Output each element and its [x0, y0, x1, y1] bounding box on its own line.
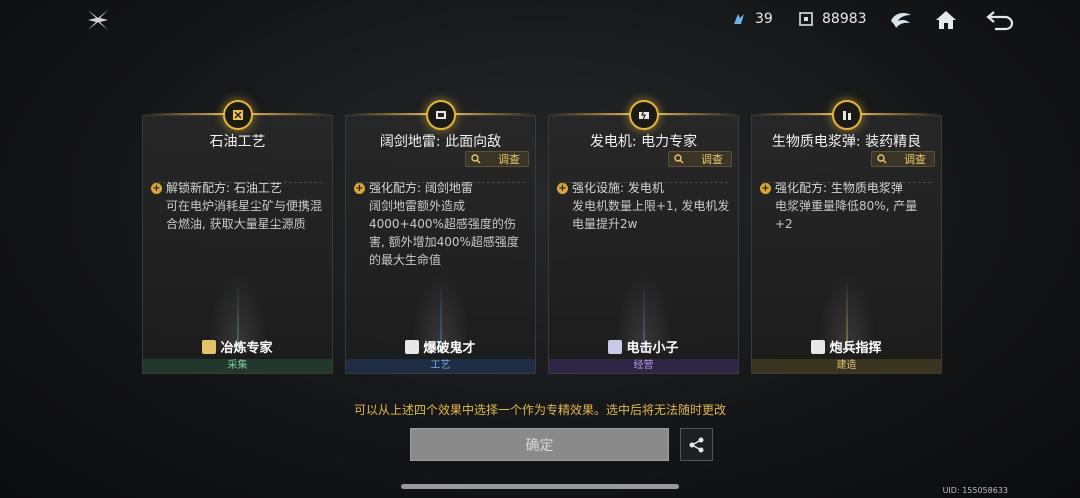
card-desc-body: 可在电炉消耗星尘矿与便携混合燃油, 获取大量星尘源质 — [166, 199, 323, 231]
smelter-icon — [202, 339, 217, 354]
card-desc-head: 强化配方: 阔剑地雷 — [369, 181, 473, 195]
artillery-icon — [811, 339, 826, 354]
upgrade-icon: + — [151, 183, 162, 194]
confirm-button[interactable]: 确定 — [410, 428, 669, 461]
search-icon — [877, 154, 887, 164]
card-role-label: 冶炼专家 — [220, 341, 273, 356]
card-desc-head: 解锁新配方: 石油工艺 — [166, 181, 282, 195]
specialization-card-2[interactable]: 阔剑地雷: 此面向敌 调查 + 强化配方: 阔剑地雷 阔剑地雷额外造成4000+4… — [345, 100, 536, 374]
card-category: 经营 — [549, 359, 738, 373]
card-desc-head: 强化设施: 发电机 — [572, 181, 664, 195]
card-role: 炮兵指挥 — [752, 337, 941, 356]
card-desc-head: 强化配方: 生物质电浆弹 — [775, 181, 903, 195]
card-category: 采集 — [143, 359, 332, 373]
oil-craft-icon — [222, 100, 253, 130]
upgrade-icon: + — [760, 183, 771, 194]
plasma-shell-icon — [831, 100, 862, 130]
resource-chips: 88983 — [798, 11, 867, 27]
card-title: 阔剑地雷: 此面向敌 — [379, 134, 502, 150]
card-description: + 强化配方: 生物质电浆弹 电浆弹重量降低80%, 产量+2 — [760, 179, 933, 233]
card-category: 工艺 — [346, 359, 535, 373]
inspect-button[interactable]: 调查 — [465, 151, 529, 167]
card-title: 发电机: 电力专家 — [589, 134, 698, 150]
card-desc-body: 发电机数量上限+1, 发电机发电量提升2w — [572, 199, 730, 231]
share-icon — [689, 437, 703, 452]
selection-hint: 可以从上述四个效果中选择一个作为专精效果。选中后将无法随时更改 — [353, 403, 726, 417]
shard-icon — [734, 14, 744, 24]
card-title: 石油工艺 — [209, 134, 266, 150]
specialization-card-4[interactable]: 生物质电浆弹: 装药精良 调查 + 强化配方: 生物质电浆弹 电浆弹重量降低80%… — [751, 100, 942, 374]
top-bar: 39 88983 — [0, 0, 1080, 40]
card-role: 爆破鬼才 — [346, 337, 535, 356]
electric-icon — [608, 339, 623, 354]
inspect-label: 调查 — [701, 153, 723, 166]
card-role-label: 炮兵指挥 — [829, 341, 882, 356]
inspect-label: 调查 — [904, 153, 926, 166]
search-icon — [674, 154, 684, 164]
card-role: 电击小子 — [549, 337, 738, 356]
generator-icon — [628, 100, 659, 130]
resource-shards-value: 39 — [755, 11, 773, 27]
user-id: UID: 155058633 — [942, 486, 1008, 495]
card-desc-body: 阔剑地雷额外造成4000+400%超感强度的伤害, 额外增加400%超感强度的最… — [369, 199, 519, 267]
resource-chips-value: 88983 — [822, 11, 867, 27]
upgrade-icon: + — [354, 183, 365, 194]
search-icon — [471, 154, 481, 164]
inspect-button[interactable]: 调查 — [668, 151, 732, 167]
home-icon[interactable] — [933, 7, 959, 33]
chip-icon — [799, 12, 813, 26]
card-role: 冶炼专家 — [143, 337, 332, 356]
card-category: 建造 — [752, 359, 941, 373]
card-role-label: 电击小子 — [626, 341, 679, 356]
card-description: + 解锁新配方: 石油工艺 可在电炉消耗星尘矿与便携混合燃油, 获取大量星尘源质 — [151, 179, 324, 233]
upgrade-icon: + — [557, 183, 568, 194]
card-description: + 强化设施: 发电机 发电机数量上限+1, 发电机发电量提升2w — [557, 179, 730, 233]
specialization-card-1[interactable]: 石油工艺 + 解锁新配方: 石油工艺 可在电炉消耗星尘矿与便携混合燃油, 获取大量… — [142, 100, 333, 374]
game-logo-icon[interactable] — [86, 8, 110, 32]
card-role-label: 爆破鬼才 — [423, 341, 476, 356]
faction-emblem-icon[interactable] — [888, 7, 914, 33]
resource-shards: 39 — [731, 11, 773, 27]
card-desc-body: 电浆弹重量降低80%, 产量+2 — [775, 199, 918, 231]
back-icon[interactable] — [985, 7, 1015, 33]
inspect-label: 调查 — [498, 153, 520, 166]
mine-icon — [425, 100, 456, 130]
inspect-button[interactable]: 调查 — [871, 151, 935, 167]
demolition-icon — [405, 339, 420, 354]
card-description: + 强化配方: 阔剑地雷 阔剑地雷额外造成4000+400%超感强度的伤害, 额外… — [354, 179, 527, 269]
home-indicator-bar[interactable] — [401, 484, 679, 489]
share-button[interactable] — [680, 428, 713, 461]
card-title: 生物质电浆弹: 装药精良 — [771, 134, 922, 150]
specialization-card-3[interactable]: 发电机: 电力专家 调查 + 强化设施: 发电机 发电机数量上限+1, 发电机发电… — [548, 100, 739, 374]
